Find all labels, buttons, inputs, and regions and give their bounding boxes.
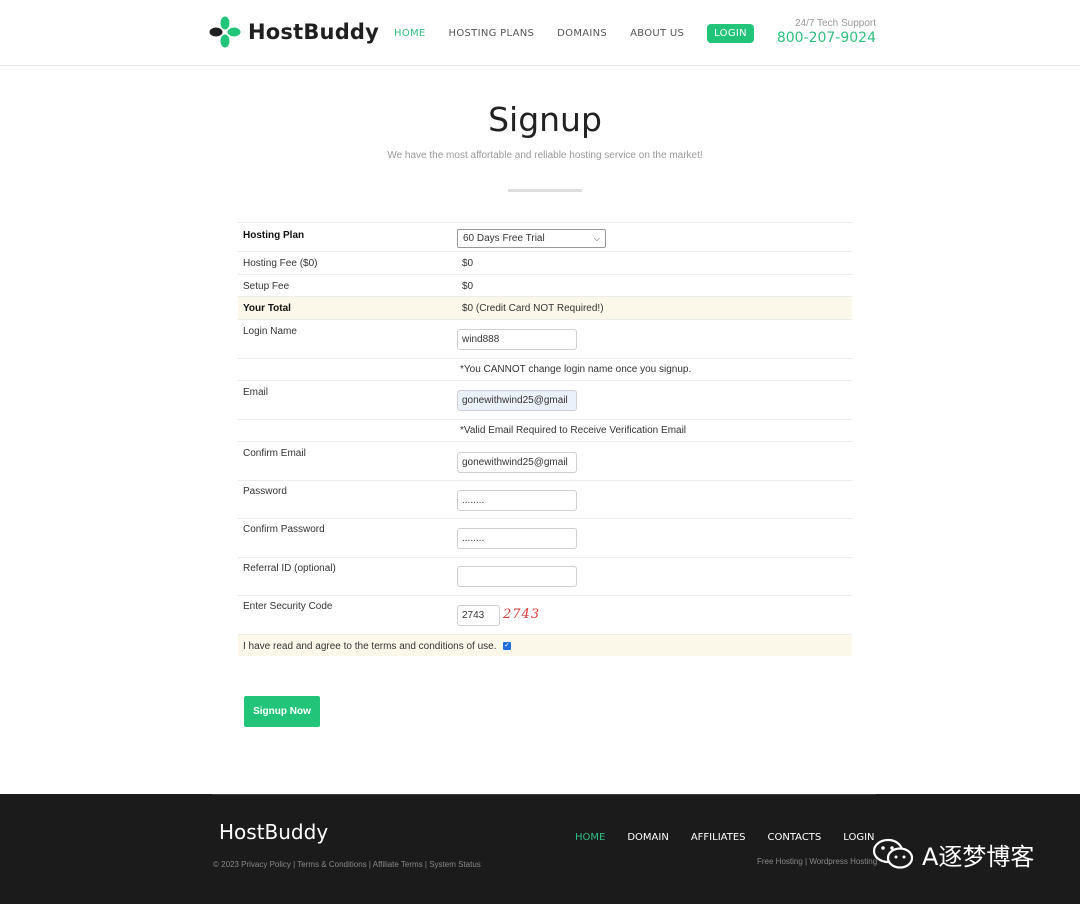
referral-label: Referral ID (optional) xyxy=(243,563,336,574)
terms-label: I have read and agree to the terms and c… xyxy=(243,641,497,652)
wechat-icon xyxy=(872,838,914,869)
security-code-label: Enter Security Code xyxy=(243,601,333,612)
setup-fee-value: $0 xyxy=(462,281,474,292)
total-label: Your Total xyxy=(243,303,291,314)
hosting-fee-value: $0 xyxy=(462,258,474,269)
login-name-note: *You CANNOT change login name once you s… xyxy=(460,364,692,375)
watermark-text: A逐梦博客 xyxy=(922,842,1035,871)
footer-nav-home[interactable]: HOME xyxy=(575,832,605,843)
setup-fee-label: Setup Fee xyxy=(243,281,290,292)
row-login-note: *You CANNOT change login name once you s… xyxy=(238,358,852,380)
confirm-email-label: Confirm Email xyxy=(243,448,306,459)
hosting-plan-selected: 60 Days Free Trial xyxy=(463,233,545,244)
footer-nav-contacts[interactable]: CONTACTS xyxy=(767,832,821,843)
title-divider xyxy=(508,189,582,192)
row-password: Password xyxy=(238,480,852,518)
nav-hosting-plans[interactable]: HOSTING PLANS xyxy=(449,28,535,39)
row-confirm-email: Confirm Email xyxy=(238,441,852,480)
footer-divider xyxy=(212,794,876,795)
main-nav: HOME HOSTING PLANS DOMAINS ABOUT US LOGI… xyxy=(394,22,777,44)
total-value: $0 (Credit Card NOT Required!) xyxy=(462,303,604,314)
support-block: 24/7 Tech Support 800-207-9024 xyxy=(760,18,876,46)
row-total: Your Total $0 (Credit Card NOT Required!… xyxy=(238,296,852,319)
brand-logo[interactable]: HostBuddy xyxy=(208,14,379,50)
captcha-image: 2743 xyxy=(503,607,541,622)
password-input[interactable] xyxy=(457,490,577,511)
row-email-note: *Valid Email Required to Receive Verific… xyxy=(238,419,852,441)
site-header: HostBuddy HOME HOSTING PLANS DOMAINS ABO… xyxy=(0,0,1080,66)
footer-nav-login[interactable]: LOGIN xyxy=(843,832,874,843)
footer-nav-domain[interactable]: DOMAIN xyxy=(627,832,668,843)
terms-checkbox[interactable]: ✓ xyxy=(503,642,511,650)
password-label: Password xyxy=(243,486,287,497)
chevron-down-icon: ⌵ xyxy=(593,233,600,243)
row-setup-fee: Setup Fee $0 xyxy=(238,274,852,296)
clover-logo-icon xyxy=(209,16,241,48)
page-subtitle: We have the most affortable and reliable… xyxy=(387,150,703,161)
row-hosting-plan: Hosting Plan 60 Days Free Trial ⌵ xyxy=(238,222,852,251)
watermark: A逐梦博客 xyxy=(872,836,1034,872)
page-title: Signup xyxy=(488,100,602,139)
login-name-label: Login Name xyxy=(243,326,297,337)
referral-input[interactable] xyxy=(457,566,577,587)
login-button[interactable]: LOGIN xyxy=(707,23,754,43)
row-referral: Referral ID (optional) xyxy=(238,557,852,595)
security-code-input[interactable]: 2743 xyxy=(457,605,500,626)
email-label: Email xyxy=(243,387,269,398)
support-phone[interactable]: 800-207-9024 xyxy=(760,30,876,46)
login-name-input[interactable] xyxy=(457,329,577,350)
nav-about-us[interactable]: ABOUT US xyxy=(630,28,684,39)
brand-name: HostBuddy xyxy=(248,20,380,44)
hosting-plan-label: Hosting Plan xyxy=(243,230,305,241)
footer-nav-affiliates[interactable]: AFFILIATES xyxy=(691,832,746,843)
email-input[interactable] xyxy=(457,390,577,411)
email-note: *Valid Email Required to Receive Verific… xyxy=(460,425,687,436)
confirm-email-input[interactable] xyxy=(457,452,577,473)
confirm-password-label: Confirm Password xyxy=(243,524,325,535)
nav-domains[interactable]: DOMAINS xyxy=(557,28,607,39)
footer-nav: HOME DOMAIN AFFILIATES CONTACTS LOGIN xyxy=(575,832,897,843)
row-terms: I have read and agree to the terms and c… xyxy=(238,634,852,656)
row-confirm-password: Confirm Password xyxy=(238,518,852,557)
row-email: Email xyxy=(238,380,852,419)
footer-sub-links[interactable]: Free Hosting | Wordpress Hosting xyxy=(757,857,877,866)
hosting-fee-label: Hosting Fee ($0) xyxy=(243,258,318,269)
confirm-password-input[interactable] xyxy=(457,528,577,549)
support-label: 24/7 Tech Support xyxy=(795,18,876,29)
row-hosting-fee: Hosting Fee ($0) $0 xyxy=(238,251,852,274)
site-footer: HostBuddy © 2023 Privacy Policy | Terms … xyxy=(0,794,1080,904)
nav-home[interactable]: HOME xyxy=(394,28,426,39)
hosting-plan-select[interactable]: 60 Days Free Trial ⌵ xyxy=(457,229,606,248)
footer-logo[interactable]: HostBuddy xyxy=(219,820,328,844)
row-security-code: Enter Security Code 2743 2743 xyxy=(238,595,852,634)
row-login-name: Login Name xyxy=(238,319,852,358)
footer-legal-links[interactable]: © 2023 Privacy Policy | Terms & Conditio… xyxy=(213,860,503,869)
signup-button[interactable]: Signup Now xyxy=(244,696,320,727)
